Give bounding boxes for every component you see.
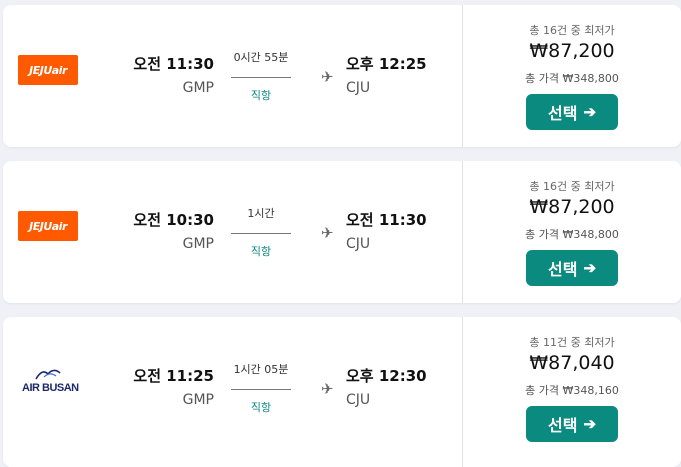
arrow-right-icon: ➔ <box>583 260 597 277</box>
airline-logo: JEJUair <box>18 211 78 241</box>
flight-card[interactable]: AIR BUSAN 오전 11:25 GMP 1시간 05분 ✈ 직항 오후 1… <box>3 317 681 467</box>
jejuair-logo: JEJUair <box>18 211 78 241</box>
departure-airport: GMP <box>182 80 214 96</box>
arrow-right-icon: ➔ <box>583 104 597 121</box>
stops-label: 직항 <box>250 89 272 102</box>
route-line <box>231 77 291 78</box>
select-label: 선택 <box>547 418 578 435</box>
flight-duration: 0시간 55분 <box>233 51 289 64</box>
airline-name: AIR BUSAN <box>22 382 79 394</box>
arrival-airport: CJU <box>346 392 371 408</box>
departure-time: 오전 11:30 <box>133 55 214 73</box>
airline-logo: AIR BUSAN <box>18 367 79 397</box>
arrival-time: 오전 11:30 <box>346 211 427 229</box>
cheapest-label: 총 16건 중 최저가 <box>529 24 615 37</box>
departure-time: 오전 11:25 <box>133 367 214 385</box>
route-line <box>231 389 291 390</box>
airbusan-logo: AIR BUSAN <box>18 367 79 397</box>
select-label: 선택 <box>547 106 578 123</box>
airplane-icon: ✈ <box>321 68 334 86</box>
arrow-right-icon: ➔ <box>583 416 597 433</box>
airline-logo: JEJUair <box>18 55 78 85</box>
cheapest-label: 총 16건 중 최저가 <box>529 180 615 193</box>
arrival-airport: CJU <box>346 236 371 252</box>
departure-airport: GMP <box>182 392 214 408</box>
arrival-time: 오후 12:25 <box>346 55 427 73</box>
airplane-icon: ✈ <box>321 380 334 398</box>
cheapest-label: 총 11건 중 최저가 <box>529 336 615 349</box>
price: ₩87,200 <box>529 196 615 218</box>
flight-card[interactable]: JEJUair 오전 10:30 GMP 1시간 ✈ 직항 오전 11:30 C… <box>3 161 681 303</box>
total-price: 총 가격 ₩348,800 <box>525 72 619 85</box>
stops-label: 직항 <box>250 245 272 258</box>
select-label: 선택 <box>547 262 578 279</box>
route-line <box>231 233 291 234</box>
flight-duration: 1시간 <box>247 207 275 220</box>
stops-label: 직항 <box>250 401 272 414</box>
total-price: 총 가격 ₩348,800 <box>525 228 619 241</box>
flight-duration: 1시간 05분 <box>233 363 289 376</box>
select-button[interactable]: 선택 ➔ <box>526 250 618 286</box>
price: ₩87,200 <box>529 40 615 62</box>
total-price: 총 가격 ₩348,160 <box>525 384 619 397</box>
departure-time: 오전 10:30 <box>133 211 214 229</box>
wing-icon <box>35 369 61 380</box>
airplane-icon: ✈ <box>321 224 334 242</box>
jejuair-logo: JEJUair <box>18 55 78 85</box>
select-button[interactable]: 선택 ➔ <box>526 406 618 442</box>
arrival-time: 오후 12:30 <box>346 367 427 385</box>
select-button[interactable]: 선택 ➔ <box>526 94 618 130</box>
flight-card[interactable]: JEJUair 오전 11:30 GMP 0시간 55분 ✈ 직항 오후 12:… <box>3 5 681 147</box>
price: ₩87,040 <box>529 352 615 374</box>
arrival-airport: CJU <box>346 80 371 96</box>
departure-airport: GMP <box>182 236 214 252</box>
